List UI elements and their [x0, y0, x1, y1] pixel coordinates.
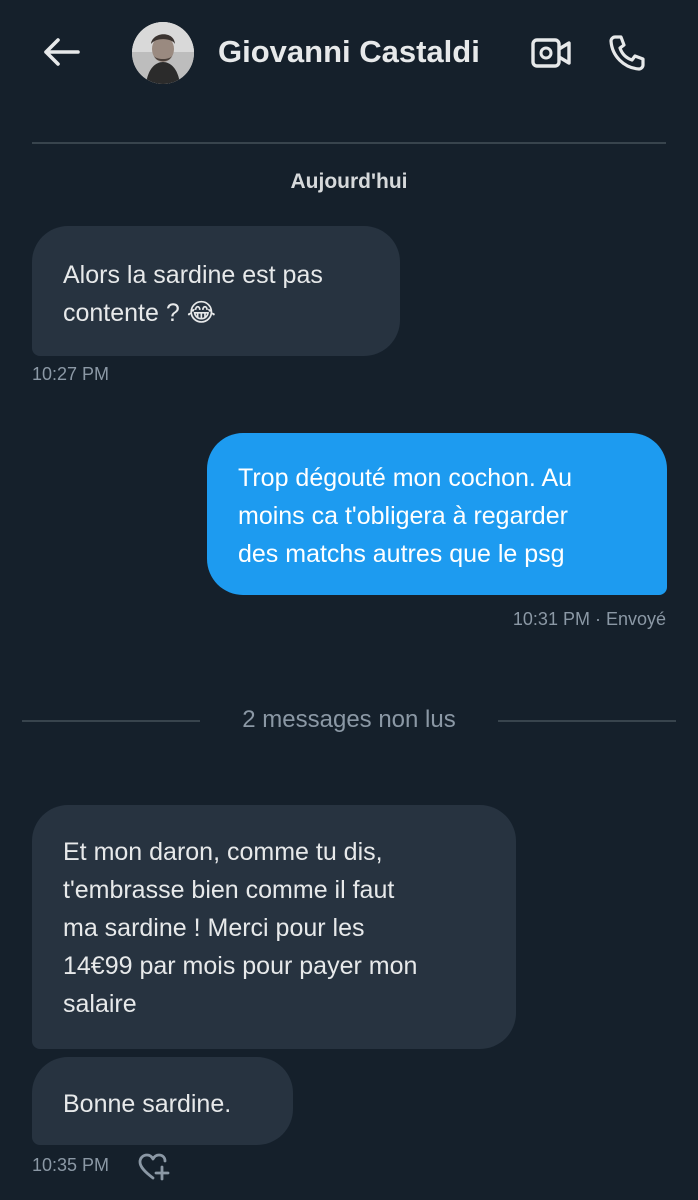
separator-line-right — [498, 720, 676, 722]
sent-message-bubble[interactable]: Trop dégouté mon cochon. Au moins ca t'o… — [207, 433, 667, 595]
day-separator: Aujourd'hui — [290, 170, 408, 193]
conversation-header: Giovanni Castaldi — [0, 0, 698, 110]
contact-photo — [132, 22, 194, 84]
video-call-button[interactable] — [528, 32, 574, 74]
received-message-bubble[interactable]: Bonne sardine. — [32, 1057, 293, 1145]
video-camera-icon — [531, 38, 571, 68]
message-timestamp: 10:35 PM — [32, 1155, 110, 1175]
avatar[interactable] — [132, 22, 194, 84]
heart-plus-icon — [138, 1153, 170, 1181]
header-divider — [32, 142, 666, 144]
message-text: Et mon daron, comme tu dis, t'embrasse b… — [63, 838, 418, 1018]
message-timestamp-status: 10:31 PM · Envoyé — [512, 609, 666, 629]
phone-icon — [609, 35, 645, 71]
message-text: Bonne sardine. — [63, 1090, 232, 1118]
message-text: Trop dégouté mon cochon. Au moins ca t'o… — [238, 464, 573, 568]
message-timestamp: 10:27 PM — [32, 364, 110, 384]
voice-call-button[interactable] — [604, 30, 650, 76]
received-message-bubble[interactable]: Et mon daron, comme tu dis, t'embrasse b… — [32, 805, 516, 1049]
unread-messages-separator: 2 messages non lus — [22, 700, 676, 742]
back-button[interactable] — [38, 30, 86, 74]
add-reaction-button[interactable] — [134, 1150, 174, 1184]
received-message-bubble[interactable]: Alors la sardine est pas contente ? 😂 — [32, 226, 400, 356]
contact-name[interactable]: Giovanni Castaldi — [218, 34, 480, 70]
arrow-left-icon — [44, 38, 80, 66]
message-text: Alors la sardine est pas contente ? 😂 — [63, 261, 323, 327]
